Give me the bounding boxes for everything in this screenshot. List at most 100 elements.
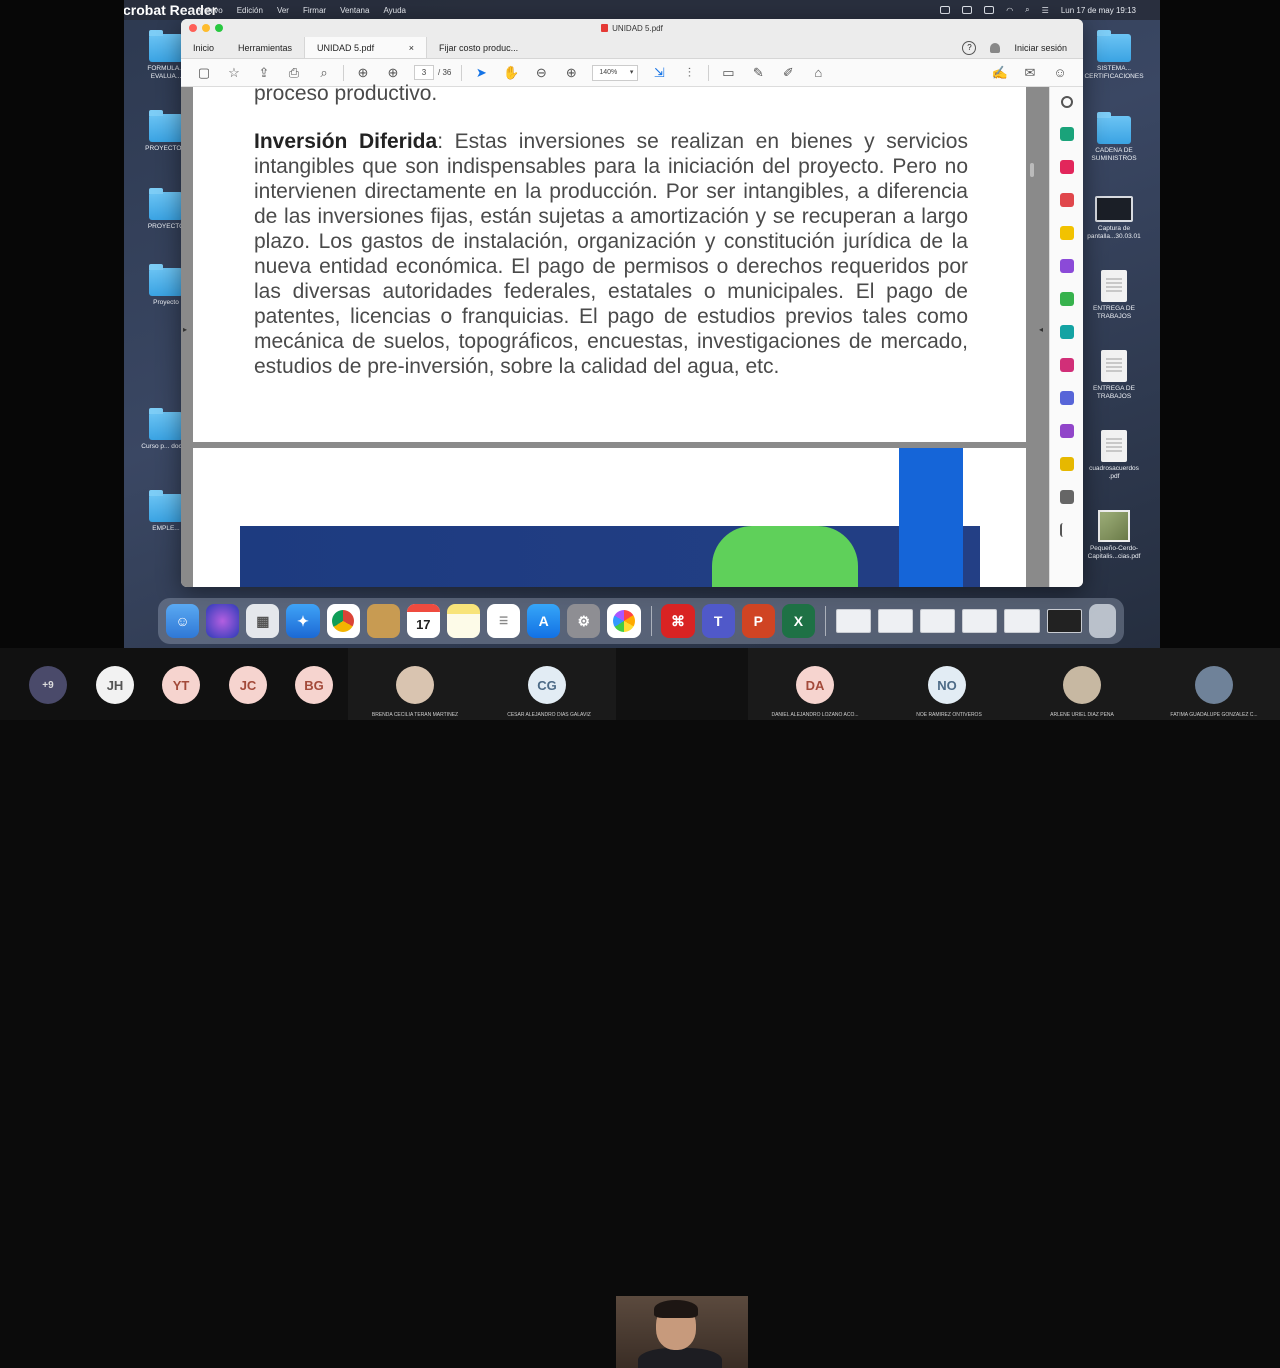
participant-avatar-jc[interactable]: JC bbox=[229, 666, 267, 704]
rail-send-icon[interactable] bbox=[1059, 457, 1074, 471]
participant-avatar-bg[interactable]: BG bbox=[295, 666, 333, 704]
menubar-clock[interactable]: Lun 17 de may 19:13 bbox=[1061, 6, 1136, 15]
image-thumbnail-icon bbox=[1098, 510, 1130, 542]
rail-organize-icon[interactable] bbox=[1059, 292, 1074, 306]
tab-fijar-costo[interactable]: Fijar costo produc... bbox=[427, 37, 547, 58]
rail-comment-icon[interactable] bbox=[1059, 226, 1074, 240]
status-acrobat-icon[interactable] bbox=[940, 6, 951, 14]
contacts-icon[interactable] bbox=[366, 604, 400, 638]
slide-navy-band bbox=[240, 526, 980, 587]
desktop-folder-cadena[interactable]: CADENA DE SUMINISTROS bbox=[1084, 112, 1144, 163]
tab-unidad-5[interactable]: UNIDAD 5.pdf × bbox=[304, 37, 428, 58]
trash-icon[interactable] bbox=[1088, 604, 1116, 638]
tab-label: UNIDAD 5.pdf bbox=[317, 42, 375, 53]
participant-tile[interactable]: ARLENE URIEL DIAZ PENA bbox=[1016, 648, 1148, 720]
participant-tile[interactable]: DA DANIEL ALEJANDRO LOZANO ACO... bbox=[748, 648, 882, 720]
vertical-scrollbar[interactable] bbox=[1030, 163, 1034, 177]
powerpoint-icon[interactable]: P bbox=[741, 604, 775, 638]
zoom-level-select[interactable]: 140% bbox=[592, 64, 639, 81]
chrome-icon[interactable] bbox=[326, 604, 360, 638]
finder-icon[interactable]: ☺ bbox=[166, 604, 200, 638]
search-menu-icon[interactable]: ⌕ bbox=[1025, 5, 1029, 15]
create-pdf-icon[interactable]: ▢ bbox=[189, 62, 219, 84]
minimized-window-5[interactable] bbox=[1004, 609, 1040, 633]
rail-search-icon[interactable] bbox=[1060, 96, 1073, 108]
rail-create-pdf-icon[interactable] bbox=[1059, 160, 1074, 174]
photos-icon[interactable] bbox=[607, 604, 641, 638]
minimized-window-3[interactable] bbox=[920, 609, 956, 633]
window-titlebar: UNIDAD 5.pdf bbox=[181, 19, 1083, 37]
desktop-pdf-cuadros[interactable]: cuadrosacuerdos .pdf bbox=[1084, 430, 1144, 481]
launchpad-icon[interactable]: ▦ bbox=[246, 604, 280, 638]
active-speaker-video[interactable] bbox=[616, 1296, 748, 1368]
minimized-window-6[interactable] bbox=[1046, 609, 1082, 633]
notes-icon[interactable] bbox=[446, 604, 480, 638]
notifications-bell-icon[interactable] bbox=[990, 42, 1001, 53]
desktop-folder-sistema[interactable]: SISTEMA... CERTIFICACIONES bbox=[1084, 30, 1144, 81]
paragraph-inversion-diferida: Inversión Diferida: Estas inversiones se… bbox=[254, 129, 968, 379]
menu-firmar[interactable]: Firmar bbox=[303, 6, 326, 15]
minimized-window-1[interactable] bbox=[835, 609, 872, 633]
rail-combine-icon[interactable] bbox=[1059, 259, 1074, 273]
desktop-doc-entrega-1[interactable]: ENTREGA DE TRABAJOS bbox=[1084, 270, 1144, 321]
rail-edit-pdf-icon[interactable] bbox=[1059, 193, 1074, 207]
rail-export-pdf-icon[interactable] bbox=[1059, 127, 1074, 141]
desktop-pdf-cerdo[interactable]: Pequeño-Cerdo-Capitalis...cias.pdf bbox=[1084, 510, 1144, 561]
siri-icon[interactable] bbox=[206, 604, 240, 638]
participant-tile[interactable]: NO NOE RAMIREZ ONTIVEROS bbox=[882, 648, 1016, 720]
wifi-icon[interactable]: ◠ bbox=[1006, 6, 1013, 15]
menu-ver[interactable]: Ver bbox=[277, 6, 289, 15]
desktop-screenshot-file[interactable]: Captura de pantalla...30.03.01 bbox=[1084, 196, 1144, 241]
right-pane-toggle-icon[interactable]: ◂ bbox=[1039, 325, 1043, 334]
rail-protect-icon[interactable] bbox=[1059, 391, 1074, 405]
system-preferences-icon[interactable]: ⚙ bbox=[567, 604, 601, 638]
rail-scan-icon[interactable] bbox=[1059, 325, 1074, 339]
excel-icon[interactable]: X bbox=[781, 604, 815, 638]
share-user-icon[interactable]: ☺ bbox=[1045, 62, 1075, 84]
folder-icon bbox=[1097, 30, 1131, 62]
calendar-icon[interactable]: 17 bbox=[406, 604, 440, 638]
minimize-window-button[interactable] bbox=[202, 24, 210, 32]
email-icon[interactable]: ✉ bbox=[1015, 62, 1045, 84]
menu-edicion[interactable]: Edición bbox=[237, 6, 263, 15]
participant-avatar-jh[interactable]: JH bbox=[96, 666, 134, 704]
rail-fill-sign-icon[interactable] bbox=[1059, 424, 1074, 438]
safari-icon[interactable]: ✦ bbox=[286, 604, 320, 638]
app-store-icon[interactable]: A bbox=[527, 604, 561, 638]
menu-app-name[interactable]: Acrobat Reader bbox=[124, 0, 217, 27]
tab-herramientas[interactable]: Herramientas bbox=[226, 37, 304, 58]
status-display-icon[interactable] bbox=[962, 6, 973, 14]
document-viewport[interactable]: proceso productivo. Inversión Diferida: … bbox=[181, 82, 1083, 587]
more-participants-badge[interactable]: +9 bbox=[29, 666, 67, 704]
status-battery-icon[interactable] bbox=[984, 6, 995, 14]
rail-redact-icon[interactable] bbox=[1059, 358, 1074, 372]
rail-more-tools-icon[interactable] bbox=[1059, 490, 1074, 504]
teams-icon[interactable]: T bbox=[701, 604, 735, 638]
rail-collapse-icon[interactable] bbox=[1059, 523, 1074, 537]
menu-ayuda[interactable]: Ayuda bbox=[383, 6, 406, 15]
reminders-icon[interactable]: ☰ bbox=[487, 604, 521, 638]
participant-tile[interactable]: FATIMA GUADALUPE GONZALEZ C... bbox=[1148, 648, 1280, 720]
acrobat-reader-icon[interactable]: ⌘ bbox=[661, 604, 695, 638]
zoom-window-button[interactable] bbox=[215, 24, 223, 32]
menu-ventana[interactable]: Ventana bbox=[340, 6, 369, 15]
folder-icon bbox=[149, 490, 183, 522]
close-tab-icon[interactable]: × bbox=[409, 43, 414, 53]
sign-in-button[interactable]: Iniciar sesión bbox=[1014, 37, 1083, 58]
paragraph-fragment: proceso productivo. bbox=[254, 82, 438, 105]
participant-tile[interactable]: BRENDA CECILIA TERAN MARTINEZ bbox=[348, 648, 482, 720]
window-title: UNIDAD 5.pdf bbox=[612, 23, 663, 33]
help-icon[interactable]: ? bbox=[962, 40, 977, 55]
minimized-window-2[interactable] bbox=[878, 609, 914, 633]
participant-avatar-yt[interactable]: YT bbox=[162, 666, 200, 704]
page-number-input[interactable]: 3 bbox=[414, 65, 434, 80]
participant-tile[interactable]: CG CESAR ALEJANDRO DIAS GALAVIZ bbox=[482, 648, 616, 720]
control-center-icon[interactable]: ☰ bbox=[1042, 6, 1049, 15]
desktop-doc-entrega-2[interactable]: ENTREGA DE TRABAJOS bbox=[1084, 350, 1144, 401]
left-pane-toggle-icon[interactable]: ▸ bbox=[183, 325, 187, 334]
fill-sign-icon[interactable]: ✍ bbox=[985, 62, 1015, 84]
bookmark-star-icon[interactable]: ☆ bbox=[219, 62, 249, 84]
close-window-button[interactable] bbox=[189, 24, 197, 32]
tab-inicio[interactable]: Inicio bbox=[181, 37, 226, 58]
minimized-window-4[interactable] bbox=[962, 609, 998, 633]
